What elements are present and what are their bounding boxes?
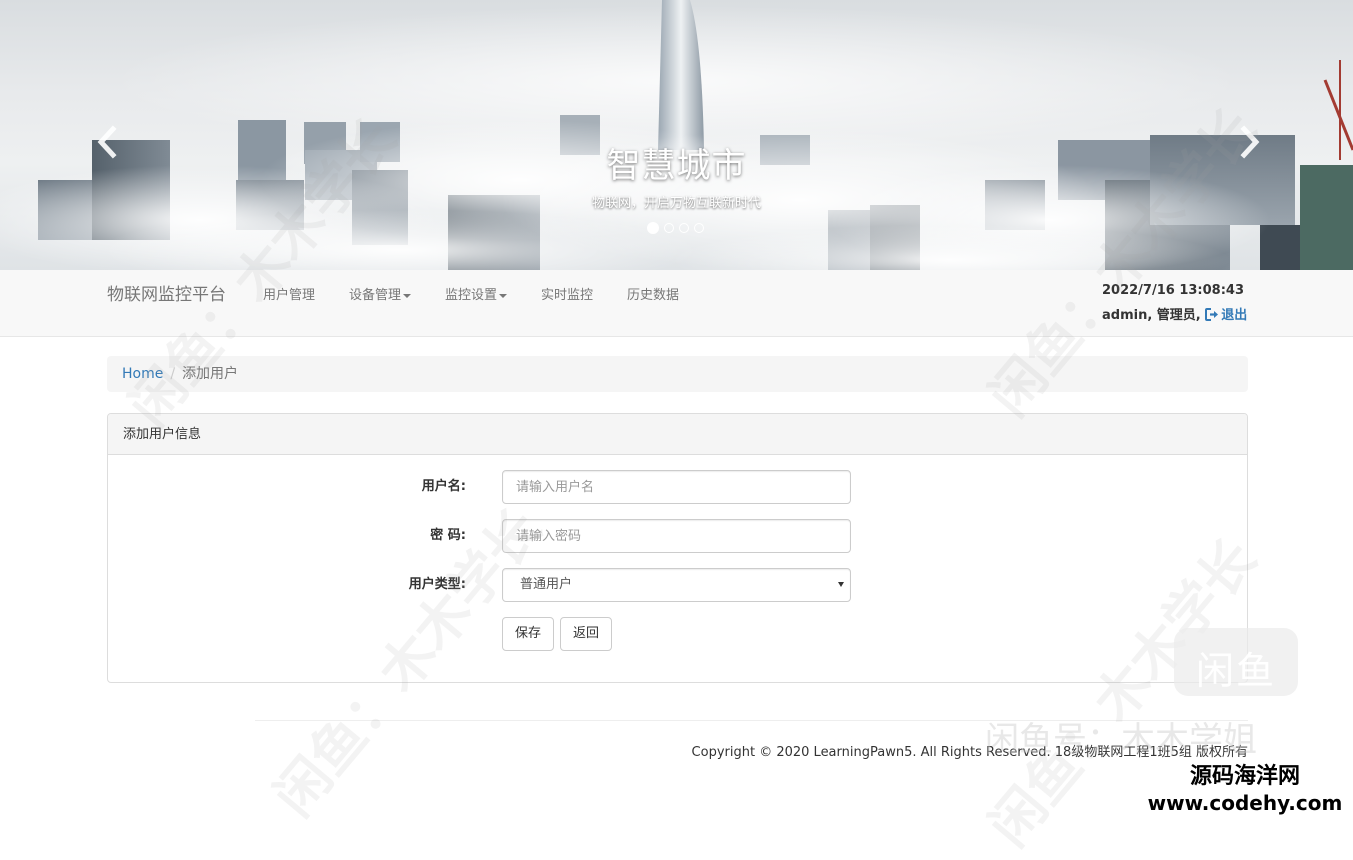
chevron-right-icon <box>1240 125 1260 159</box>
logout-label: 退出 <box>1221 308 1248 323</box>
back-button[interactable]: 返回 <box>560 617 613 651</box>
password-input[interactable] <box>502 519 851 553</box>
carousel-indicator-2[interactable] <box>664 223 674 233</box>
nav-item-label: 实时监控 <box>541 288 594 303</box>
nav-item-label: 设备管理 <box>349 288 402 303</box>
panel-heading: 添加用户信息 <box>108 414 1247 455</box>
nav-item-label: 监控设置 <box>445 288 498 303</box>
nav-item-label: 历史数据 <box>627 288 680 303</box>
carousel-banner: 智慧城市 物联网，开启万物互联新时代 <box>0 0 1353 270</box>
watermark-caption: 闲鱼号：木木学姐 <box>985 720 1257 760</box>
username-label: 用户名: <box>421 479 466 494</box>
carousel-indicator-1[interactable] <box>647 222 659 234</box>
watermark-badge: 闲鱼 <box>1174 628 1298 696</box>
site-watermark-name: 源码海洋网 <box>1189 764 1300 789</box>
top-navbar: 物联网监控平台 用户管理 设备管理 监控设置 实时监控 历史数据 2022/7/… <box>0 270 1353 337</box>
carousel-next-button[interactable] <box>1235 124 1265 160</box>
current-datetime: 2022/7/16 13:08:43 <box>1102 283 1245 298</box>
usertype-selected-value: 普通用户 <box>520 577 573 592</box>
navbar-brand[interactable]: 物联网监控平台 <box>107 284 226 306</box>
watermark-badge-text: 闲鱼 <box>1195 649 1276 693</box>
breadcrumb-current: 添加用户 <box>182 366 239 382</box>
caret-down-icon <box>499 293 508 298</box>
site-watermark: 源码海洋网 www.codehy.com <box>1140 764 1350 816</box>
usertype-select[interactable]: 普通用户 <box>502 568 851 602</box>
logout-link[interactable]: 退出 <box>1205 308 1247 323</box>
add-user-panel: 添加用户信息 用户名: 密 码: 用户类型: 普通用户 保存 返回 <box>107 413 1248 683</box>
save-button[interactable]: 保存 <box>502 617 555 651</box>
user-line: admin, 管理员, 退出 <box>1102 303 1282 328</box>
banner-subtitle: 物联网，开启万物互联新时代 <box>591 196 761 211</box>
banner-title: 智慧城市 <box>606 146 747 186</box>
caret-down-icon <box>403 293 412 298</box>
nav-item-monitor-settings[interactable]: 监控设置 <box>445 287 508 305</box>
breadcrumb-home-link[interactable]: Home <box>122 366 163 382</box>
current-user: admin, 管理员, <box>1102 308 1201 323</box>
nav-item-realtime-monitor[interactable]: 实时监控 <box>541 287 593 305</box>
password-label: 密 码: <box>430 528 466 543</box>
carousel-prev-button[interactable] <box>92 124 122 160</box>
usertype-label: 用户类型: <box>408 577 466 592</box>
select-caret-icon <box>838 582 844 587</box>
logout-icon <box>1205 308 1219 321</box>
breadcrumb-separator: / <box>170 366 176 382</box>
carousel-indicator-3[interactable] <box>679 223 689 233</box>
username-input[interactable] <box>502 470 851 504</box>
breadcrumb: Home / 添加用户 <box>107 356 1248 392</box>
nav-item-history-data[interactable]: 历史数据 <box>627 287 679 305</box>
carousel-indicators <box>647 222 704 234</box>
nav-item-user-management[interactable]: 用户管理 <box>263 287 315 305</box>
nav-item-label: 用户管理 <box>263 288 316 303</box>
user-info: 2022/7/16 13:08:43 admin, 管理员, 退出 <box>1102 278 1282 328</box>
site-watermark-url: www.codehy.com <box>1147 791 1343 815</box>
carousel-indicator-4[interactable] <box>694 223 704 233</box>
nav-item-device-management[interactable]: 设备管理 <box>349 287 412 305</box>
chevron-left-icon <box>97 125 117 159</box>
